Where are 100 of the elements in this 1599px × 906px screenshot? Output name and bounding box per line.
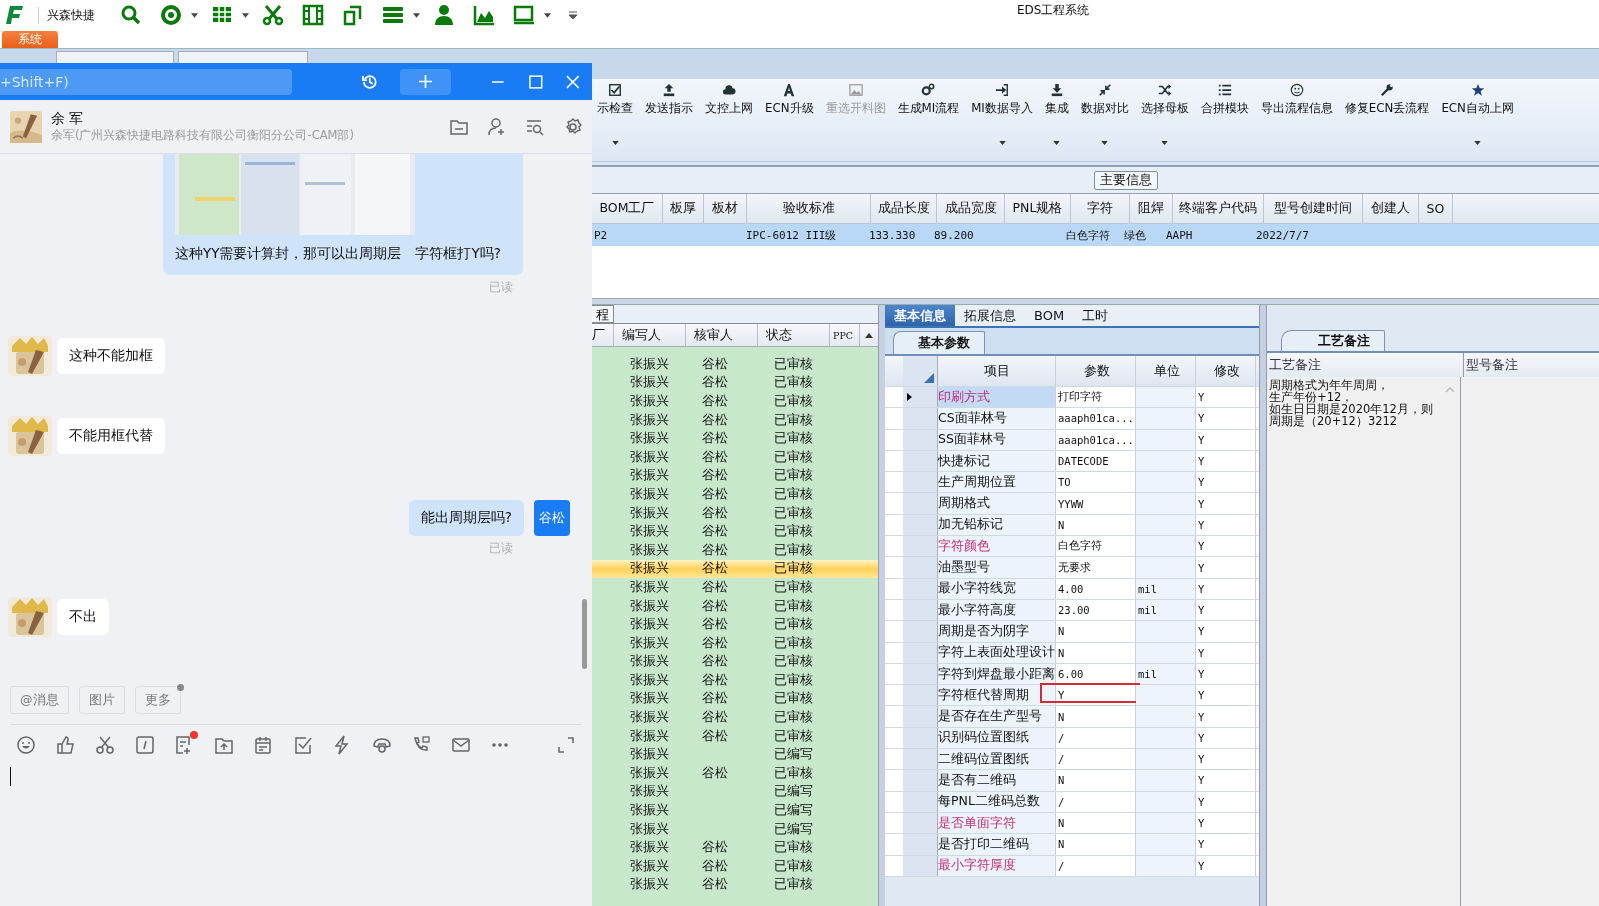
- column-header[interactable]: 验收标准: [747, 194, 871, 223]
- list-row[interactable]: 张振兴 谷松 已审核: [592, 466, 878, 486]
- toolbar-button[interactable]: [292, 735, 313, 755]
- quick-action-button[interactable]: @消息: [10, 686, 69, 714]
- list-row[interactable]: 张振兴 谷松 已审核: [592, 633, 878, 653]
- list-row[interactable]: 张振兴 谷松 已审核: [592, 838, 878, 858]
- overflow-icon[interactable]: [569, 11, 577, 19]
- toolbar-button[interactable]: 生成MI流程: [892, 79, 965, 117]
- toolbar-button[interactable]: [134, 735, 155, 755]
- column-header[interactable]: 终端客户代码: [1173, 194, 1264, 223]
- column-header[interactable]: 状态: [758, 324, 830, 346]
- list-row[interactable]: 张振兴 谷松 已审核: [592, 671, 878, 690]
- column-header[interactable]: 型号创建时间: [1264, 194, 1363, 223]
- scrollbar-thumb[interactable]: [582, 599, 587, 669]
- toolbar-button[interactable]: [253, 735, 273, 755]
- list-row[interactable]: 张振兴 已编写: [592, 782, 878, 802]
- column-header[interactable]: 型号备注: [1464, 353, 1599, 377]
- toolbar-button[interactable]: 修复ECN丢流程: [1339, 79, 1435, 117]
- list-icon[interactable]: [381, 4, 405, 26]
- column-header[interactable]: 成品宽度: [937, 194, 1005, 223]
- toolbar-button[interactable]: MI数据导入: [966, 79, 1038, 145]
- person-icon[interactable]: [432, 4, 456, 26]
- panel-tab[interactable]: 程: [592, 305, 614, 323]
- list-row[interactable]: 张振兴 谷松 已审核: [592, 355, 878, 374]
- toolbar-button[interactable]: [213, 735, 234, 755]
- list-row[interactable]: 张振兴 谷松 已审核: [592, 485, 878, 504]
- list-row[interactable]: 张振兴 谷松 已审核: [592, 373, 878, 393]
- toolbar-button[interactable]: 数据对比: [1075, 79, 1134, 145]
- toolbar-button[interactable]: [55, 735, 76, 755]
- column-header[interactable]: 成品长度: [871, 194, 937, 223]
- list-row[interactable]: 张振兴 已编写: [592, 819, 878, 839]
- toolbar-button[interactable]: 选择母板: [1135, 79, 1194, 145]
- list-row[interactable]: 张振兴 谷松 已审核: [592, 429, 878, 448]
- scroll-up-icon[interactable]: [865, 332, 873, 338]
- tab[interactable]: 基本信息: [885, 305, 955, 326]
- toolbar-button[interactable]: [450, 735, 471, 755]
- list-row[interactable]: 张振兴 谷松 已审核: [592, 540, 878, 560]
- sub-tab[interactable]: 基本参数: [893, 331, 985, 354]
- column-header[interactable]: 单位: [1136, 356, 1196, 386]
- column-header[interactable]: PPC: [830, 324, 860, 346]
- column-header[interactable]: 项目: [938, 356, 1056, 386]
- list-row[interactable]: 张振兴 谷松 已审核: [592, 503, 878, 523]
- column-header[interactable]: 阻焊: [1130, 194, 1173, 223]
- quick-action-button[interactable]: 图片: [78, 686, 125, 714]
- toolbar-button[interactable]: 文控上网: [700, 79, 758, 117]
- column-header[interactable]: 创建人: [1363, 194, 1419, 223]
- toolbar-button[interactable]: [16, 735, 36, 755]
- list-row[interactable]: 张振兴 谷松 已审核: [592, 875, 878, 895]
- caret-icon[interactable]: [413, 12, 420, 18]
- toolbar-button[interactable]: [95, 735, 115, 755]
- column-header[interactable]: 参数: [1056, 356, 1136, 386]
- list-row[interactable]: 张振兴 谷松 已审核: [592, 392, 878, 411]
- toolbar-button[interactable]: [174, 731, 198, 755]
- toolbar-button[interactable]: 导出流程信息: [1255, 79, 1338, 117]
- list-row[interactable]: 张振兴 谷松 已审核: [592, 522, 878, 541]
- caret-icon[interactable]: [191, 12, 198, 18]
- expand-icon[interactable]: [556, 735, 576, 755]
- caret-icon[interactable]: [544, 12, 551, 18]
- lifebuoy-icon[interactable]: [159, 4, 183, 26]
- quick-action-button[interactable]: 更多: [134, 686, 181, 714]
- toolbar-button[interactable]: ECN自动上网: [1436, 79, 1519, 145]
- add-user-icon[interactable]: [487, 116, 507, 137]
- caret-icon[interactable]: [242, 12, 249, 18]
- list-row[interactable]: 张振兴 已编写: [592, 801, 878, 820]
- column-header[interactable]: 字符: [1071, 194, 1130, 223]
- list-row[interactable]: 张振兴 谷松 已审核: [592, 689, 878, 709]
- toolbar-button[interactable]: [371, 735, 392, 755]
- list-row[interactable]: 张振兴 谷松 已审核: [592, 857, 878, 876]
- list-row[interactable]: 张振兴 谷松 已审核: [592, 447, 878, 467]
- search-icon[interactable]: [119, 4, 143, 26]
- tab[interactable]: BOM: [1025, 305, 1074, 326]
- toolbar-button[interactable]: 示检查: [592, 79, 638, 145]
- list-row[interactable]: 张振兴 谷松 已审核: [592, 652, 878, 672]
- list-row[interactable]: 张振兴 谷松 已审核: [592, 726, 878, 746]
- list-row[interactable]: 张振兴 谷松 已审核: [592, 410, 878, 430]
- panel-tab[interactable]: 工艺备注: [1281, 330, 1385, 351]
- row-header[interactable]: [903, 387, 938, 408]
- area-chart-icon[interactable]: [472, 4, 496, 26]
- list-row[interactable]: 张振兴 谷松 已审核: [592, 596, 878, 616]
- add-button[interactable]: [399, 68, 452, 95]
- table-row[interactable]: P2 IPC-6012 III级 133.330 89.200 白色字符 绿色 AAPH 2022/7/7: [592, 224, 1599, 246]
- column-header[interactable]: 板材: [704, 194, 747, 223]
- list-row[interactable]: 张振兴 谷松 已审核: [592, 578, 878, 597]
- list-row[interactable]: 张振兴 已编写: [592, 745, 878, 765]
- toolbar-button[interactable]: 合拼模块: [1195, 79, 1254, 117]
- column-header[interactable]: 修改: [1196, 356, 1256, 386]
- column-header[interactable]: 编写人: [614, 324, 686, 346]
- monitor-icon[interactable]: [512, 4, 536, 26]
- list-row[interactable]: 张振兴 谷松 已审核: [592, 559, 878, 579]
- column-header[interactable]: 核审人: [686, 324, 758, 346]
- list-row[interactable]: 张振兴 谷松 已审核: [592, 708, 878, 727]
- list-row[interactable]: 张振兴 谷松 已审核: [592, 764, 878, 783]
- scissors-icon[interactable]: [261, 4, 285, 26]
- toolbar-button[interactable]: 发送指示: [640, 79, 698, 117]
- column-header[interactable]: SO: [1419, 194, 1453, 223]
- toolbar-button[interactable]: ECN升级: [760, 79, 819, 117]
- film-icon[interactable]: [301, 4, 325, 26]
- list-row[interactable]: 张振兴 谷松 已审核: [592, 615, 878, 634]
- column-header[interactable]: PNL规格: [1005, 194, 1071, 223]
- column-header[interactable]: 板厚: [663, 194, 704, 223]
